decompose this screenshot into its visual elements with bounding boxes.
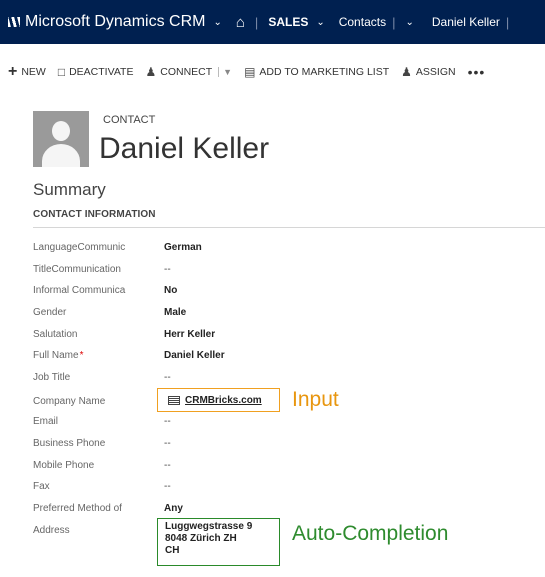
command-bar: + NEW □ DEACTIVATE ♟ CONNECT ▼ ▤ ADD TO … [0,60,545,84]
field-label: Mobile Phone [33,460,95,471]
field-informal-communication[interactable]: Informal Communica No [33,285,533,305]
field-fax[interactable]: Fax -- [33,481,533,501]
add-to-marketing-list-label: ADD TO MARKETING LIST [259,66,390,78]
input-callout: Input [292,388,339,411]
field-label: Job Title [33,372,71,383]
area-menu-chevron-icon[interactable]: ⌄ [316,17,324,28]
field-value[interactable]: -- [164,416,171,427]
field-salutation[interactable]: Salutation Herr Keller [33,329,533,349]
field-value[interactable]: German [164,242,202,253]
field-address: Address [33,525,533,545]
field-label: Address [33,525,70,536]
plus-icon: + [8,63,18,80]
nav-entity-contacts[interactable]: Contacts [339,15,386,29]
connect-people-icon: ♟ [145,65,157,79]
connect-button[interactable]: ♟ CONNECT ▼ [145,65,232,79]
connect-label: CONNECT [160,66,213,78]
field-label: Informal Communica [33,285,126,296]
new-button[interactable]: + NEW [0,63,46,81]
assign-label: ASSIGN [415,66,456,78]
field-label: LanguageCommunic [33,242,126,253]
deactivate-button[interactable]: □ DEACTIVATE [58,65,134,79]
app-title[interactable]: Microsoft Dynamics CRM [25,13,205,31]
field-title-communication[interactable]: TitleCommunication -- [33,264,533,284]
address-line-street: Luggwegstrasse 9 [165,521,253,532]
top-navigation-bar: Microsoft Dynamics CRM ⌄ ⌂ | SALES ⌄ Con… [0,0,545,44]
field-value[interactable]: No [164,285,177,296]
entity-menu-chevron-icon[interactable]: ⌄ [405,17,413,28]
nav-area-sales[interactable]: SALES [268,15,308,29]
field-label: Fax [33,481,50,492]
field-value[interactable]: -- [164,438,171,449]
field-label: Preferred Method of [33,503,122,514]
nav-separator: | [505,14,510,30]
field-value[interactable]: Daniel Keller [164,350,225,361]
field-mobile-phone[interactable]: Mobile Phone -- [33,460,533,480]
connect-dropdown-arrow-icon[interactable]: ▼ [218,67,232,77]
section-contact-information: CONTACT INFORMATION [33,209,156,220]
tab-summary-title[interactable]: Summary [33,180,106,200]
avatar-head-shape [52,121,70,141]
field-label: Company Name [33,396,106,407]
address-line-country: CH [165,545,180,556]
field-business-phone[interactable]: Business Phone -- [33,438,533,458]
company-name-lookup-input[interactable]: CRMBricks.com [157,388,280,412]
field-preferred-method-of-contact[interactable]: Preferred Method of Any [33,503,533,523]
address-composite-input[interactable]: Luggwegstrasse 9 8048 Zürich ZH CH [157,518,280,566]
field-label-wrapper: Full Name* [33,350,157,361]
assign-people-icon: ♟ [401,65,412,79]
field-label: TitleCommunication [33,264,121,275]
record-title: Daniel Keller [99,132,270,165]
field-label: Business Phone [33,438,106,449]
auto-completion-callout: Auto-Completion [292,522,449,545]
address-line-city: 8048 Zürich ZH [165,533,237,544]
deactivate-label: DEACTIVATE [69,66,134,78]
field-value[interactable]: -- [164,481,171,492]
company-name-link[interactable]: CRMBricks.com [185,395,262,406]
field-label: Gender [33,307,67,318]
field-value[interactable]: -- [164,264,171,275]
marketing-list-icon: ▤ [244,65,256,79]
field-value[interactable]: -- [164,460,171,471]
field-email[interactable]: Email -- [33,416,533,436]
field-label: Full Name [33,350,79,361]
field-label: Salutation [33,329,78,340]
new-label: NEW [21,66,46,78]
field-language-communication[interactable]: LanguageCommunic German [33,242,533,262]
section-divider [33,227,545,228]
field-full-name[interactable]: Full Name* Daniel Keller [33,350,533,370]
field-job-title[interactable]: Job Title -- [33,372,533,392]
field-gender[interactable]: Gender Male [33,307,533,327]
contact-avatar[interactable] [33,111,89,167]
account-lookup-icon [168,395,180,405]
required-asterisk: * [79,350,84,361]
field-company-name: Company Name [33,396,533,416]
avatar-body-shape [42,144,80,167]
entity-type-label: CONTACT [103,114,156,126]
field-label: Email [33,416,59,427]
field-value[interactable]: Any [164,503,183,514]
field-value[interactable]: -- [164,372,171,383]
home-icon[interactable]: ⌂ [236,14,245,31]
more-commands-button[interactable]: ••• [468,64,486,80]
nav-separator: | [392,14,396,30]
deactivate-icon: □ [57,65,66,79]
field-value[interactable]: Herr Keller [164,329,215,340]
assign-button[interactable]: ♟ ASSIGN [401,65,455,79]
add-to-marketing-list-button[interactable]: ▤ ADD TO MARKETING LIST [244,65,389,79]
nav-separator: | [254,14,259,30]
dynamics-logo-icon [8,17,20,27]
field-value[interactable]: Male [164,307,186,318]
nav-record-daniel-keller[interactable]: Daniel Keller [432,15,500,29]
app-menu-chevron-icon[interactable]: ⌄ [213,17,221,28]
